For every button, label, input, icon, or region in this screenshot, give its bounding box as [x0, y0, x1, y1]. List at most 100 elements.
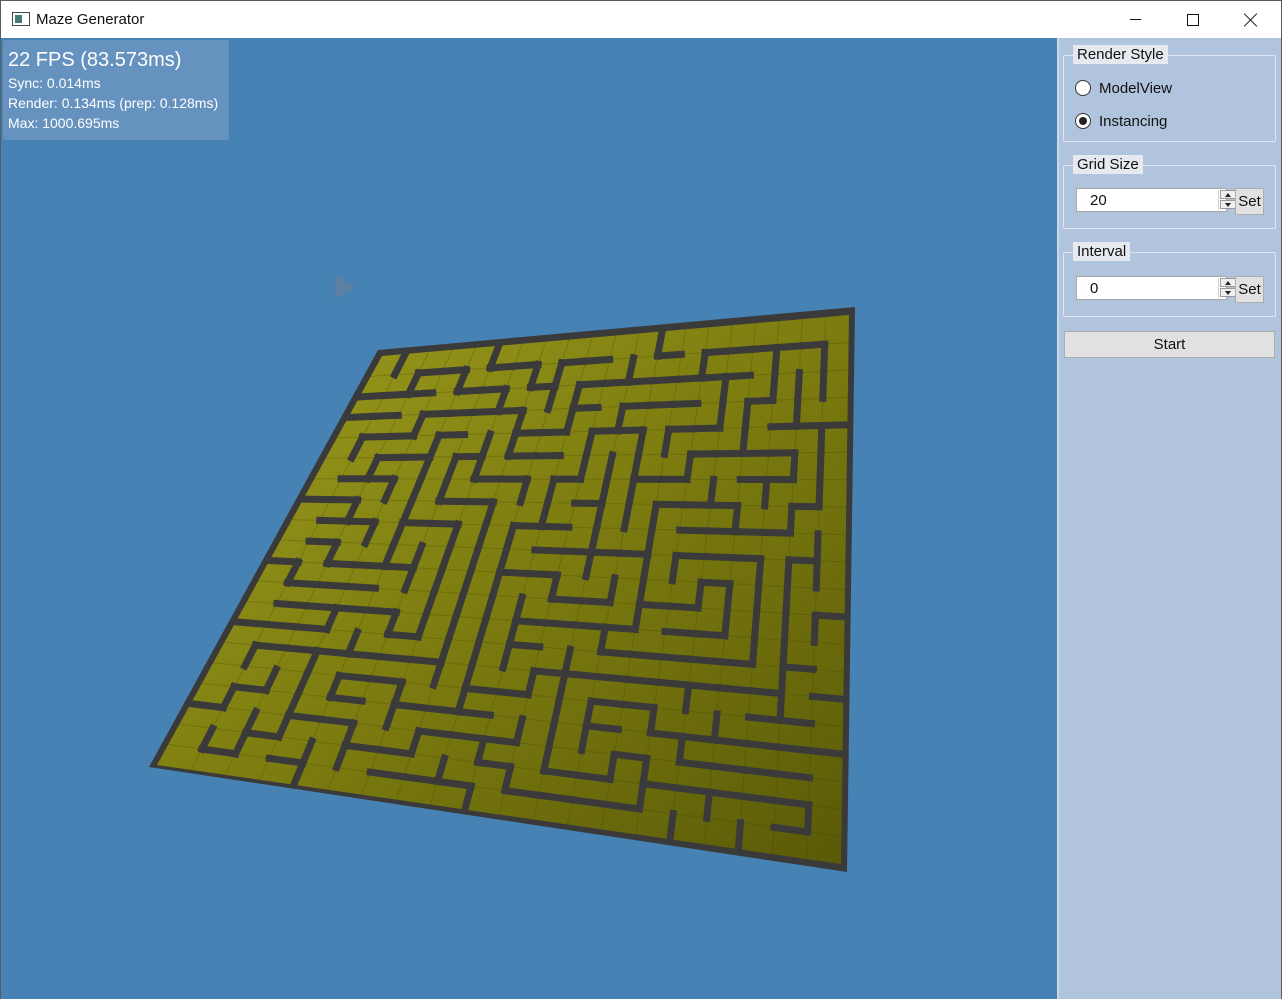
maze-wall — [722, 371, 755, 381]
stepper-up-icon[interactable] — [1220, 278, 1236, 287]
grid-size-legend: Grid Size — [1073, 155, 1143, 174]
maze-wall — [815, 476, 824, 511]
maze-wall — [539, 766, 581, 780]
maze-wall — [789, 449, 799, 484]
maze-wall — [804, 801, 813, 836]
maximize-button[interactable] — [1164, 1, 1222, 38]
title-bar[interactable]: Maze Generator — [1, 1, 1281, 38]
maze-wall — [794, 368, 804, 404]
radio-button-selected[interactable] — [1075, 113, 1091, 129]
fps-readout: 22 FPS (83.573ms) — [8, 49, 182, 71]
maze-wall — [344, 649, 384, 661]
render-viewport[interactable]: 22 FPS (83.573ms) Sync: 0.014ms Render: … — [1, 38, 1057, 999]
interval-value: 0 — [1090, 280, 1099, 297]
radio-label: Instancing — [1099, 112, 1168, 130]
maze-wall — [647, 500, 661, 534]
maze-wall — [710, 736, 751, 748]
maze-wall — [496, 568, 533, 578]
maze-wall — [572, 771, 614, 784]
interval-set-button[interactable]: Set — [1235, 276, 1264, 303]
maze-wall — [725, 345, 757, 355]
maze-wall — [414, 727, 456, 739]
maze-wall — [343, 517, 379, 526]
maze-wall — [524, 569, 561, 579]
window-title: Maze Generator — [36, 11, 145, 28]
maze-wall — [390, 700, 431, 712]
maze-wall — [601, 800, 644, 813]
minimize-icon — [1129, 19, 1141, 20]
maze-wall — [369, 411, 402, 420]
maze-wall — [759, 528, 795, 537]
maze-wall — [723, 579, 734, 614]
maze-wall — [620, 499, 634, 533]
maze-wall — [265, 556, 302, 566]
maze-wall — [681, 681, 693, 715]
maze-wall — [777, 663, 787, 698]
maze-wall — [473, 758, 515, 771]
maze-wall — [808, 692, 848, 704]
maze-wall — [812, 557, 821, 592]
maze-wall — [627, 650, 666, 661]
maze-wall — [806, 746, 847, 759]
maze-wall — [366, 768, 408, 781]
app-window: Maze Generator 22 FPS (83.573ms) Sync: 0… — [0, 0, 1282, 999]
app-icon — [12, 12, 30, 26]
maze-wall — [559, 547, 595, 556]
maze-wall — [715, 684, 755, 695]
close-icon — [1244, 13, 1258, 27]
maze-wall — [341, 741, 383, 754]
maze-wall — [771, 796, 813, 809]
maze-wall — [752, 581, 763, 616]
maze-wall — [776, 689, 786, 725]
maze-wall — [537, 428, 571, 437]
stepper-down-icon[interactable] — [1220, 200, 1236, 209]
maze-wall — [273, 599, 311, 610]
maze-wall — [426, 519, 462, 528]
maze-wall — [316, 516, 351, 525]
start-button[interactable]: Start — [1064, 331, 1275, 358]
stepper-down-icon[interactable] — [1220, 288, 1236, 297]
maze-wall — [500, 786, 543, 800]
maze-wall — [230, 682, 270, 695]
maze-wall — [675, 758, 716, 770]
maze-wall — [596, 623, 610, 656]
maze-wall — [639, 550, 652, 584]
maze-wall — [332, 604, 371, 614]
maximize-icon — [1187, 13, 1199, 26]
maze-wall — [746, 686, 786, 698]
maze-wall — [719, 372, 730, 407]
maze-wall — [710, 710, 721, 744]
maze-wall — [618, 700, 658, 712]
maze-wall — [511, 617, 550, 627]
maze-wall — [819, 367, 828, 402]
stepper-up-icon[interactable] — [1220, 190, 1236, 199]
grid-size-set-button[interactable]: Set — [1235, 188, 1264, 215]
maze-wall — [744, 396, 777, 405]
maze-wall — [605, 573, 619, 607]
maze-wall — [335, 671, 375, 683]
grid-size-input[interactable]: 20 — [1076, 188, 1236, 212]
maze-wall — [786, 502, 796, 537]
maze-wall — [684, 681, 724, 692]
maze-wall — [797, 340, 829, 350]
render-readout: Render: 0.134ms (prep: 0.128ms) — [8, 95, 219, 111]
maze-wall — [292, 623, 331, 634]
sync-readout: Sync: 0.014ms — [8, 75, 101, 91]
radio-button[interactable] — [1075, 80, 1091, 96]
radio-modelview[interactable]: ModelView — [1075, 78, 1172, 98]
radio-instancing[interactable]: Instancing — [1075, 111, 1167, 131]
maze-wall — [530, 666, 569, 678]
max-readout: Max: 1000.695ms — [8, 115, 120, 131]
minimize-button[interactable] — [1106, 1, 1164, 38]
play-marker-icon — [335, 274, 356, 299]
maze-wall — [444, 408, 477, 417]
maze-wall — [742, 739, 783, 751]
maze-wall — [741, 397, 752, 432]
interval-input[interactable]: 0 — [1076, 276, 1236, 300]
maze-wall — [653, 678, 693, 689]
close-button[interactable] — [1222, 1, 1280, 38]
maze-wall — [317, 715, 358, 728]
maze-wall — [313, 647, 353, 658]
maze-wall — [447, 730, 488, 743]
maze-wall — [643, 525, 657, 559]
